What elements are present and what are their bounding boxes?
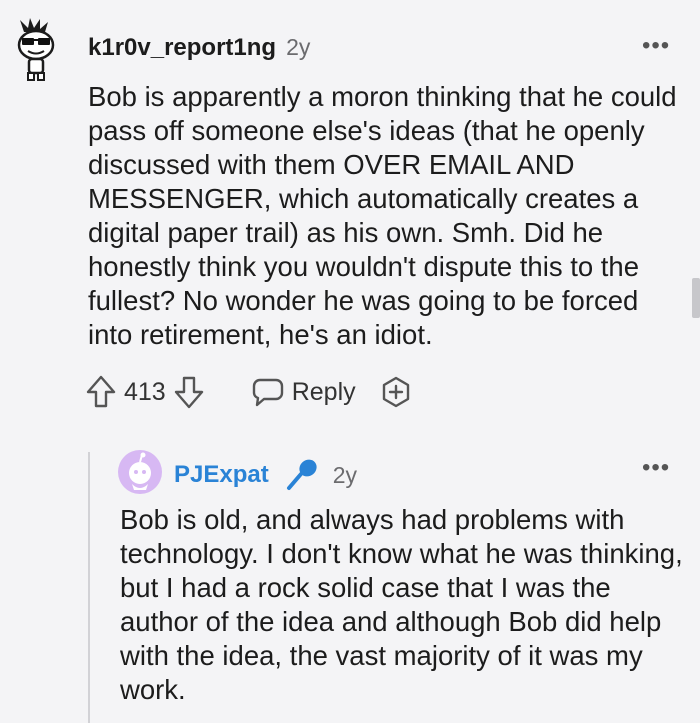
downvote-button[interactable] [174,375,204,409]
comment-header: k1r0v_report1ng 2y [88,34,310,62]
comment-age: 2y [286,34,311,60]
comment-body: Bob is apparently a moron thinking that … [88,81,677,350]
award-button[interactable] [380,376,412,408]
comment-actions: 413 Reply [86,372,412,412]
vote-count: 413 [124,377,166,406]
username[interactable]: PJExpat [174,461,269,489]
username[interactable]: k1r0v_report1ng [88,34,276,61]
more-options-icon[interactable]: ••• [642,454,670,482]
avatar[interactable] [10,18,62,82]
comment-age: 2y [332,461,358,488]
speech-bubble-icon [252,378,283,407]
arrow-up-icon [86,375,116,408]
arrow-down-icon [174,376,203,409]
microphone-icon [286,459,317,490]
avatar[interactable] [118,450,162,494]
upvote-button[interactable] [86,375,116,409]
reply-button[interactable]: Reply [252,377,356,407]
comment-body: Bob is old, and always had problems with… [120,504,683,705]
scrollbar[interactable] [692,278,700,318]
more-options-icon[interactable]: ••• [642,32,670,60]
comment-header: PJExpat 2y [174,458,357,492]
award-plus-icon [382,376,409,408]
reply-label: Reply [291,377,356,406]
thread-line[interactable] [88,452,90,723]
